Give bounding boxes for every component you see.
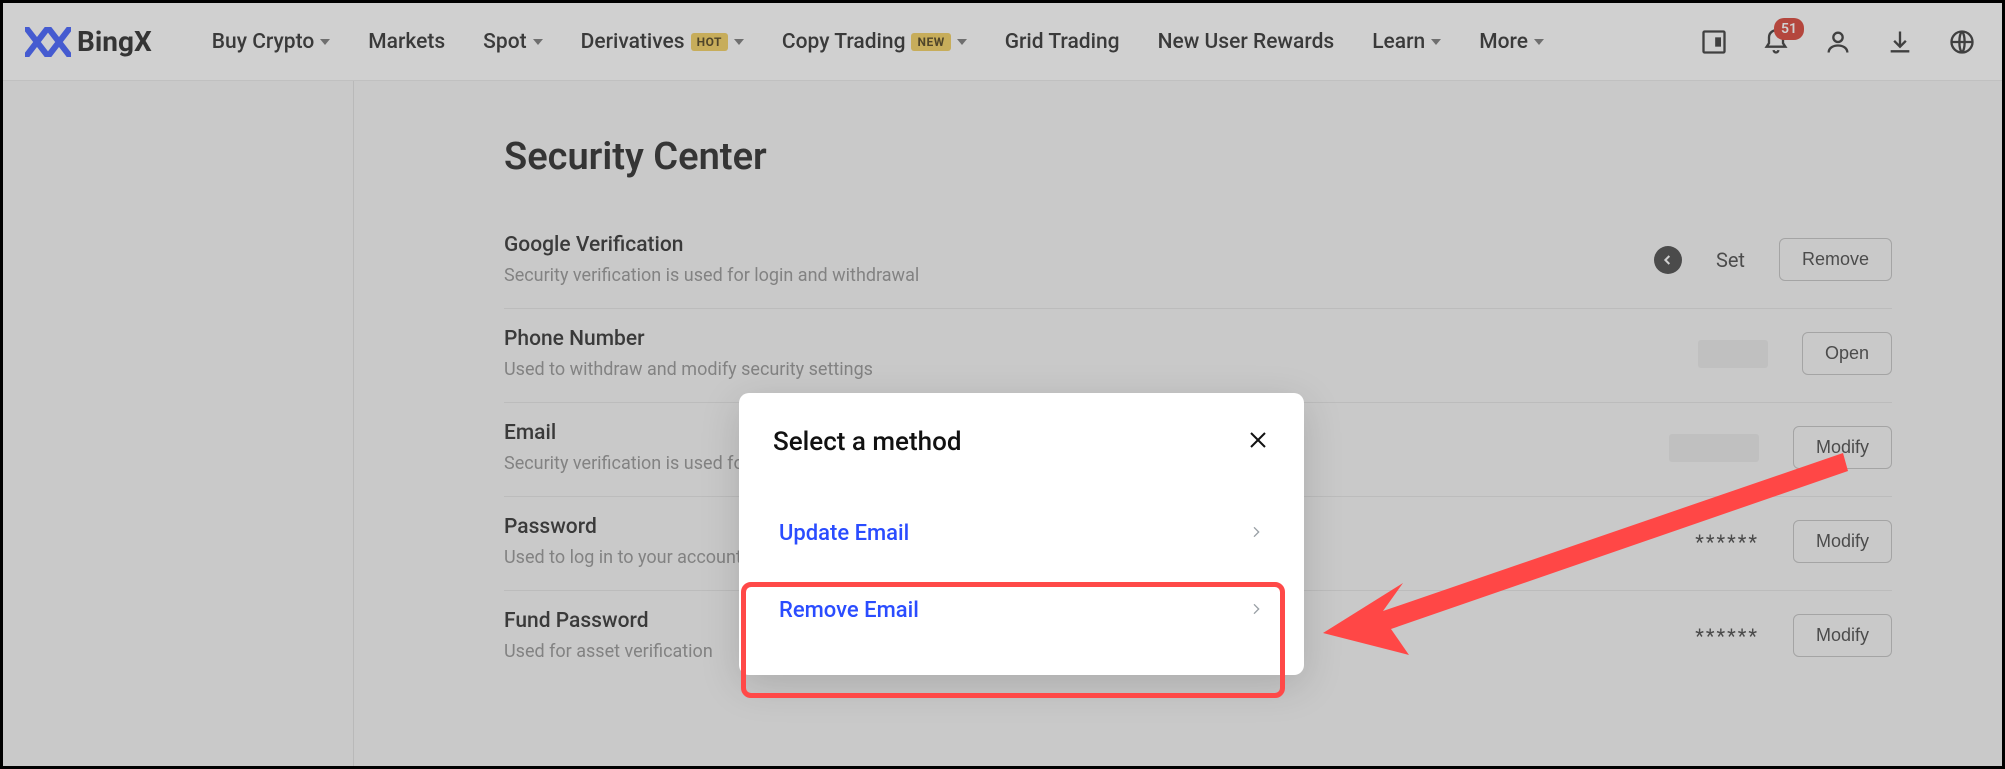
chevron-right-icon: [1248, 524, 1264, 544]
option-remove-email[interactable]: Remove Email: [773, 572, 1270, 649]
modal-title: Select a method: [773, 427, 961, 457]
option-label: Update Email: [779, 521, 909, 546]
close-icon[interactable]: [1246, 428, 1270, 456]
chevron-right-icon: [1248, 601, 1264, 621]
select-method-modal: Select a method Update Email Remove Emai…: [739, 393, 1304, 675]
option-update-email[interactable]: Update Email: [773, 495, 1270, 572]
option-label: Remove Email: [779, 598, 919, 623]
